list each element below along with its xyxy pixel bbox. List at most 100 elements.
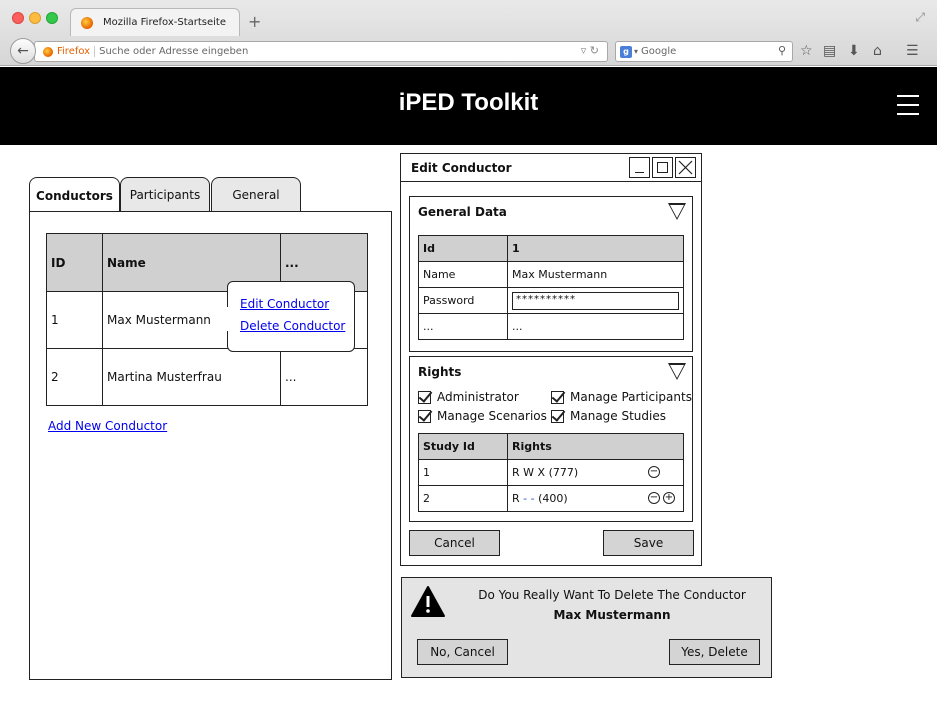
label-more: ... [418,313,508,340]
remove-right-icon[interactable]: − [648,492,660,504]
warning-icon [411,586,445,617]
cell-name: Martina Musterfrau [102,348,281,406]
cell-id: 2 [46,348,103,406]
delete-conductor-link[interactable]: Delete Conductor [240,319,354,333]
label-password: Password [418,287,508,314]
tab-general-label: General [232,188,280,202]
cell-more[interactable]: ... [280,348,368,406]
add-right-icon[interactable]: + [663,492,675,504]
search-icon[interactable]: ⚲ [778,44,786,57]
save-button[interactable]: Save [603,530,694,556]
general-data-table: Id 1 Name Max Mustermann Password ******… [418,235,684,340]
rights-section: Rights Administrator Manage Participants… [409,356,693,522]
url-input[interactable]: Suche oder Adresse eingeben [99,46,248,57]
yes-delete-button[interactable]: Yes, Delete [669,639,760,665]
tab-conductors-label: Conductors [36,188,113,203]
menu-icon[interactable]: ☰ [906,43,919,59]
reload-icon[interactable]: ▿ ↻ [581,44,599,57]
pointer-joint [227,307,229,331]
general-data-title: General Data [418,205,507,219]
general-header-row: Id 1 [418,235,684,262]
close-icon [678,160,693,175]
bookmarks-list-icon[interactable]: ▤ [823,43,836,59]
add-new-conductor-link[interactable]: Add New Conductor [48,419,167,433]
download-icon[interactable]: ⬇ [848,43,860,59]
close-button[interactable] [675,157,696,178]
rights-value: R W X [512,466,546,479]
app-header: iPED Toolkit [0,67,937,145]
no-cancel-button[interactable]: No, Cancel [417,639,508,665]
tab-participants[interactable]: Participants [120,177,210,212]
checked-icon [551,409,564,423]
value-name[interactable]: Max Mustermann [507,261,684,288]
url-bar[interactable]: Firefox Suche oder Adresse eingeben ▿ ↻ [34,41,608,62]
browser-tab[interactable]: Mozilla Firefox-Startseite [70,8,240,36]
delete-confirm-dialog: Do You Really Want To Delete The Conduct… [401,577,772,678]
rights-dashes: - - [523,492,535,505]
maximize-icon [657,162,668,173]
table-row: Name Max Mustermann [418,261,684,288]
app-title: iPED Toolkit [398,89,539,116]
checkbox-label: Manage Participants [570,390,692,404]
password-cell: ********** [507,287,684,314]
hamburger-menu-icon[interactable] [897,95,919,115]
search-bar[interactable]: g ▾ Google ⚲ [615,41,793,62]
cancel-button[interactable]: Cancel [409,530,500,556]
firefox-icon [43,46,53,57]
label-id: Id [418,235,508,262]
search-input[interactable]: Google [641,46,676,57]
cell-id: 1 [46,291,103,349]
study-rights-table: Study Id Rights 1 R W X (777) − 2 R - - … [418,433,684,512]
table-row: 1 R W X (777) − [418,459,684,486]
bookmark-star-icon[interactable]: ☆ [800,43,813,59]
table-row: ... ... [418,313,684,340]
minimize-icon [635,172,644,173]
checked-icon [551,390,564,404]
close-window-icon[interactable] [12,12,24,24]
table-row: Password ********** [418,287,684,314]
checkbox-manage-studies[interactable]: Manage Studies [551,409,666,423]
password-field[interactable]: ********** [512,291,679,310]
value-id: 1 [507,235,684,262]
browser-chrome: Mozilla Firefox-Startseite + ⤢ Firefox S… [0,0,937,66]
cell-rights: R W X (777) − [507,459,684,486]
column-header-id: ID [46,233,103,292]
home-icon[interactable]: ⌂ [873,43,882,59]
cell-study-id: 2 [418,485,508,512]
cell-study-id: 1 [418,459,508,486]
navigation-bar: Firefox Suche oder Adresse eingeben ▿ ↻ … [0,37,937,66]
tab-general[interactable]: General [211,177,301,212]
edit-conductor-link[interactable]: Edit Conductor [240,297,354,311]
maximize-button[interactable] [652,157,673,178]
column-header-rights: Rights [507,433,684,460]
back-button[interactable]: ← [10,38,36,64]
google-icon[interactable]: g [620,45,632,58]
column-header-study-id: Study Id [418,433,508,460]
remove-right-icon[interactable]: − [648,466,660,478]
checkbox-administrator[interactable]: Administrator [418,390,519,404]
minimize-button[interactable] [629,157,650,178]
firefox-icon [81,16,93,29]
zoom-window-icon[interactable] [46,12,58,24]
collapse-triangle-icon[interactable] [668,203,686,220]
search-engine-dropdown-icon[interactable]: ▾ [634,47,638,56]
checkbox-label: Administrator [437,390,519,404]
checkbox-manage-scenarios[interactable]: Manage Scenarios [418,409,547,423]
checkbox-manage-participants[interactable]: Manage Participants [551,390,692,404]
collapse-triangle-icon[interactable] [668,363,686,380]
fullscreen-icon[interactable]: ⤢ [915,10,925,25]
rights-value: R [512,492,520,505]
tab-conductors[interactable]: Conductors [29,177,120,213]
checked-icon [418,390,431,404]
confirm-message: Do You Really Want To Delete The Conduct… [478,588,746,602]
minimize-window-icon[interactable] [29,12,41,24]
edit-conductor-window: Edit Conductor General Data Id 1 Name Ma… [400,153,702,566]
confirm-conductor-name: Max Mustermann [553,608,671,622]
value-more: ... [507,313,684,340]
checkbox-label: Manage Scenarios [437,409,547,423]
label-name: Name [418,261,508,288]
table-row[interactable]: 2 Martina Musterfrau ... [46,348,368,406]
url-identity-label: Firefox [57,46,96,57]
checkbox-label: Manage Studies [570,409,666,423]
new-tab-button[interactable]: + [248,12,261,31]
